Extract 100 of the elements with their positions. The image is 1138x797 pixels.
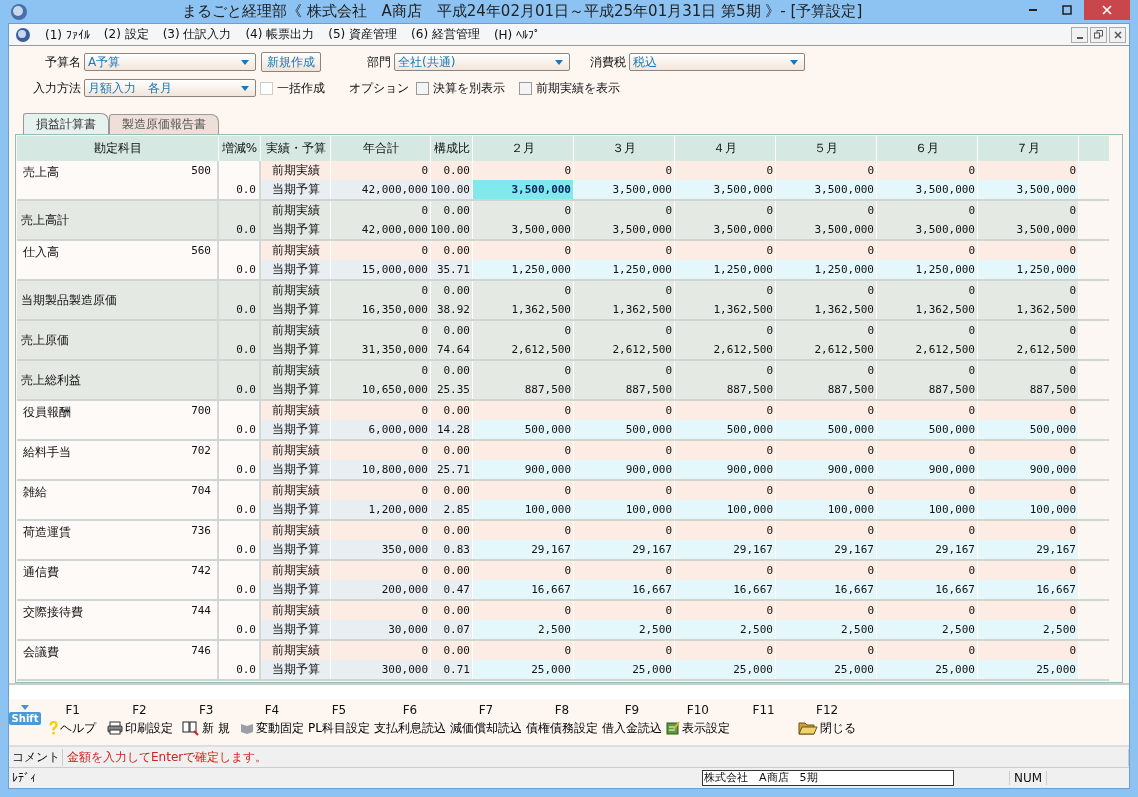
table-cell[interactable]: 0 [877,321,978,340]
table-cell[interactable]: 2,612,500 [776,340,877,359]
option-checkbox[interactable]: 前期実績を表示 [519,79,620,97]
menu-item[interactable]: (1) ﾌｧｲﾙ [45,27,90,42]
table-cell[interactable]: 0 [978,201,1079,220]
table-cell[interactable]: 887,500 [877,380,978,399]
menu-item[interactable]: (H) ﾍﾙﾌﾟ [493,27,541,42]
table-cell[interactable]: 1,362,500 [473,300,574,319]
table-cell[interactable]: 0 [574,161,675,180]
table-cell[interactable]: 0 [473,641,574,660]
table-cell[interactable]: 0 [877,161,978,180]
table-cell[interactable]: 0 [776,241,877,260]
table-cell[interactable]: 0 [675,281,776,300]
table-cell[interactable]: 0 [877,521,978,540]
table-cell[interactable]: 0 [776,521,877,540]
table-cell[interactable]: 0 [978,641,1079,660]
table-cell[interactable]: 0 [473,361,574,380]
table-cell[interactable]: 25,000 [978,660,1079,679]
table-cell[interactable]: 3,500,000 [473,220,574,239]
table-cell[interactable]: 3,500,000 [675,220,776,239]
menu-item[interactable]: (5) 資産管理 [328,26,398,43]
tab[interactable]: 損益計算書 [23,113,109,134]
table-cell[interactable]: 0 [877,441,978,460]
department-dropdown[interactable]: 全社(共通) [394,53,570,71]
function-key-button[interactable]: 表示設定 [663,719,732,737]
table-cell[interactable]: 3,500,000 [574,220,675,239]
table-cell[interactable]: 0 [574,241,675,260]
table-cell[interactable]: 0 [473,281,574,300]
function-key-button[interactable]: 支払利息読込 [371,719,448,737]
table-cell[interactable]: 2,612,500 [978,340,1079,359]
table-cell[interactable]: 0 [877,561,978,580]
table-cell[interactable]: 0 [776,641,877,660]
table-cell[interactable]: 3,500,000 [776,220,877,239]
table-cell[interactable]: 29,167 [473,540,574,559]
function-key-button[interactable]: ヘルプ [47,719,99,737]
table-cell[interactable]: 2,612,500 [473,340,574,359]
table-cell[interactable]: 3,500,000 [877,180,978,199]
table-cell[interactable]: 0 [473,521,574,540]
menu-item[interactable]: (3) 仕訳入力 [162,26,232,43]
table-cell[interactable]: 25,000 [473,660,574,679]
input-method-dropdown[interactable]: 月額入力 各月 [84,79,256,97]
table-cell[interactable]: 900,000 [877,460,978,479]
table-cell[interactable]: 0 [877,281,978,300]
table-cell[interactable]: 2,500 [877,620,978,639]
menu-item[interactable]: (4) 帳票出力 [245,26,315,43]
table-cell[interactable]: 0 [574,481,675,500]
table-cell[interactable]: 0 [574,361,675,380]
table-cell[interactable]: 2,500 [473,620,574,639]
table-cell[interactable]: 0 [473,321,574,340]
table-cell[interactable]: 0 [978,601,1079,620]
table-cell[interactable]: 0 [574,401,675,420]
menu-item[interactable]: (2) 設定 [103,26,149,43]
table-cell[interactable]: 1,362,500 [574,300,675,319]
table-cell[interactable]: 0 [776,441,877,460]
table-cell[interactable]: 0 [877,401,978,420]
table-cell[interactable]: 0 [675,481,776,500]
table-cell[interactable]: 0 [978,281,1079,300]
table-cell[interactable]: 500,000 [473,420,574,439]
table-cell[interactable]: 0 [675,401,776,420]
function-key-button[interactable]: 減価償却読込 [447,719,524,737]
table-cell[interactable]: 0 [473,481,574,500]
tax-dropdown[interactable]: 税込 [629,53,805,71]
table-cell[interactable]: 2,500 [675,620,776,639]
table-cell[interactable]: 1,250,000 [877,260,978,279]
table-cell[interactable]: 900,000 [978,460,1079,479]
table-cell[interactable]: 29,167 [675,540,776,559]
table-cell[interactable]: 25,000 [574,660,675,679]
table-cell[interactable]: 0 [675,441,776,460]
table-cell[interactable]: 0 [675,241,776,260]
table-cell[interactable]: 0 [776,481,877,500]
restore-button[interactable] [1090,26,1107,43]
table-cell[interactable]: 3,500,000 [574,180,675,199]
table-cell[interactable]: 0 [675,361,776,380]
table-cell[interactable]: 1,250,000 [978,260,1079,279]
table-cell[interactable]: 887,500 [473,380,574,399]
table-cell[interactable]: 887,500 [776,380,877,399]
function-key-button[interactable]: 借入金読込 [599,719,664,737]
table-cell[interactable]: 0 [574,281,675,300]
menu-item[interactable]: (6) 経営管理 [411,26,480,43]
function-key-button[interactable]: 債権債務設定 [523,719,600,737]
table-cell[interactable]: 1,362,500 [675,300,776,319]
table-cell[interactable]: 0 [978,441,1079,460]
table-cell[interactable]: 29,167 [978,540,1079,559]
table-cell[interactable]: 0 [877,601,978,620]
table-cell[interactable]: 900,000 [473,460,574,479]
table-cell[interactable]: 0 [776,401,877,420]
table-cell[interactable]: 887,500 [978,380,1079,399]
table-cell[interactable]: 3,500,000 [473,180,574,199]
close-button[interactable] [1109,26,1126,43]
table-cell[interactable]: 0 [473,241,574,260]
table-cell[interactable]: 16,667 [574,580,675,599]
table-cell[interactable]: 1,250,000 [574,260,675,279]
table-cell[interactable]: 1,250,000 [473,260,574,279]
table-cell[interactable]: 100,000 [978,500,1079,519]
table-cell[interactable]: 100,000 [473,500,574,519]
budget-name-dropdown[interactable]: A予算 [84,53,256,71]
table-cell[interactable]: 0 [776,201,877,220]
table-cell[interactable]: 900,000 [675,460,776,479]
function-key-button[interactable]: 印刷設定 [104,719,175,737]
table-cell[interactable]: 0 [574,601,675,620]
